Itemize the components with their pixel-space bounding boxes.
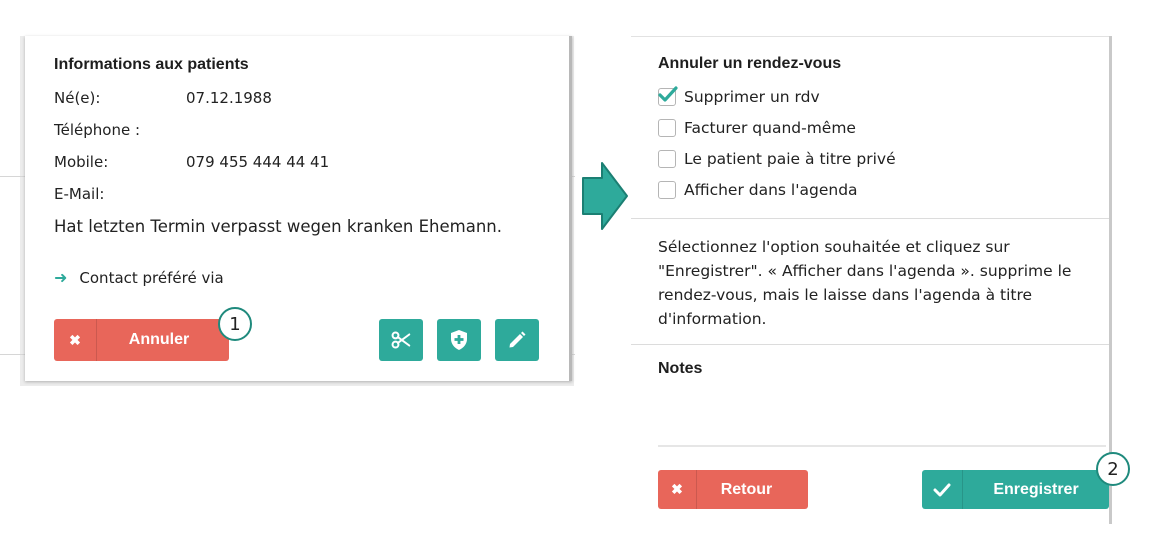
checkbox[interactable]	[658, 181, 676, 199]
divider	[0, 176, 25, 177]
close-icon: ✖	[54, 319, 97, 361]
patient-note: Hat letzten Termin verpasst wegen kranke…	[54, 217, 502, 236]
phone-label: Téléphone :	[54, 121, 141, 139]
shield-plus-icon	[451, 330, 467, 350]
shield-plus-button[interactable]	[437, 319, 481, 361]
preferred-contact-link[interactable]: ➜ Contact préféré via	[54, 268, 224, 287]
birthdate-value: 07.12.1988	[186, 89, 272, 107]
cancel-instructions: Sélectionnez l'option souhaitée et cliqu…	[658, 238, 1072, 328]
cancel-appointment-button[interactable]: ✖ Annuler	[54, 319, 229, 361]
divider	[631, 344, 1109, 345]
option-bill-anyway[interactable]: Facturer quand-même	[658, 119, 856, 137]
patient-info-popup: Informations aux patients Né(e): 07.12.1…	[25, 36, 572, 381]
option-label: Le patient paie à titre privé	[684, 150, 896, 168]
scissors-icon	[391, 331, 411, 349]
option-patient-pays-privately[interactable]: Le patient paie à titre privé	[658, 150, 896, 168]
divider	[631, 36, 1111, 37]
cancel-dialog-title: Annuler un rendez-vous	[658, 55, 842, 72]
arrow-right-icon	[582, 162, 628, 230]
arrow-right-icon: ➜	[54, 268, 68, 287]
step-badge-2: 2	[1096, 452, 1130, 486]
checkmark-icon	[658, 86, 678, 102]
mobile-value: 079 455 444 44 41	[186, 153, 330, 171]
pencil-icon	[509, 331, 526, 348]
option-delete-appointment[interactable]: Supprimer un rdv	[658, 86, 820, 106]
step-badge-1: 1	[218, 307, 252, 341]
scissors-button[interactable]	[379, 319, 423, 361]
preferred-contact-label: Contact préféré via	[79, 268, 224, 287]
option-label: Supprimer un rdv	[684, 88, 820, 106]
divider	[631, 218, 1109, 219]
panel-border	[1109, 36, 1112, 524]
checkbox[interactable]	[658, 119, 676, 137]
patient-info-title: Informations aux patients	[54, 56, 249, 73]
option-label: Afficher dans l'agenda	[684, 181, 858, 199]
notes-field[interactable]	[658, 445, 1106, 447]
divider	[0, 354, 25, 355]
save-button[interactable]: Enregistrer	[922, 470, 1109, 509]
edit-button[interactable]	[495, 319, 539, 361]
close-icon: ✖	[658, 470, 697, 509]
option-label: Facturer quand-même	[684, 119, 856, 137]
birthdate-label: Né(e):	[54, 89, 101, 107]
cancel-appointment-label: Annuler	[128, 331, 190, 348]
option-show-in-agenda[interactable]: Afficher dans l'agenda	[658, 181, 858, 199]
back-button-label: Retour	[720, 480, 773, 498]
back-button[interactable]: ✖ Retour	[658, 470, 808, 509]
email-label: E-Mail:	[54, 185, 105, 203]
checkbox[interactable]	[658, 86, 678, 106]
save-button-label: Enregistrer	[993, 480, 1079, 498]
mobile-label: Mobile:	[54, 153, 109, 171]
checkmark-icon	[922, 470, 963, 509]
checkbox[interactable]	[658, 150, 676, 168]
notes-label: Notes	[658, 360, 703, 377]
